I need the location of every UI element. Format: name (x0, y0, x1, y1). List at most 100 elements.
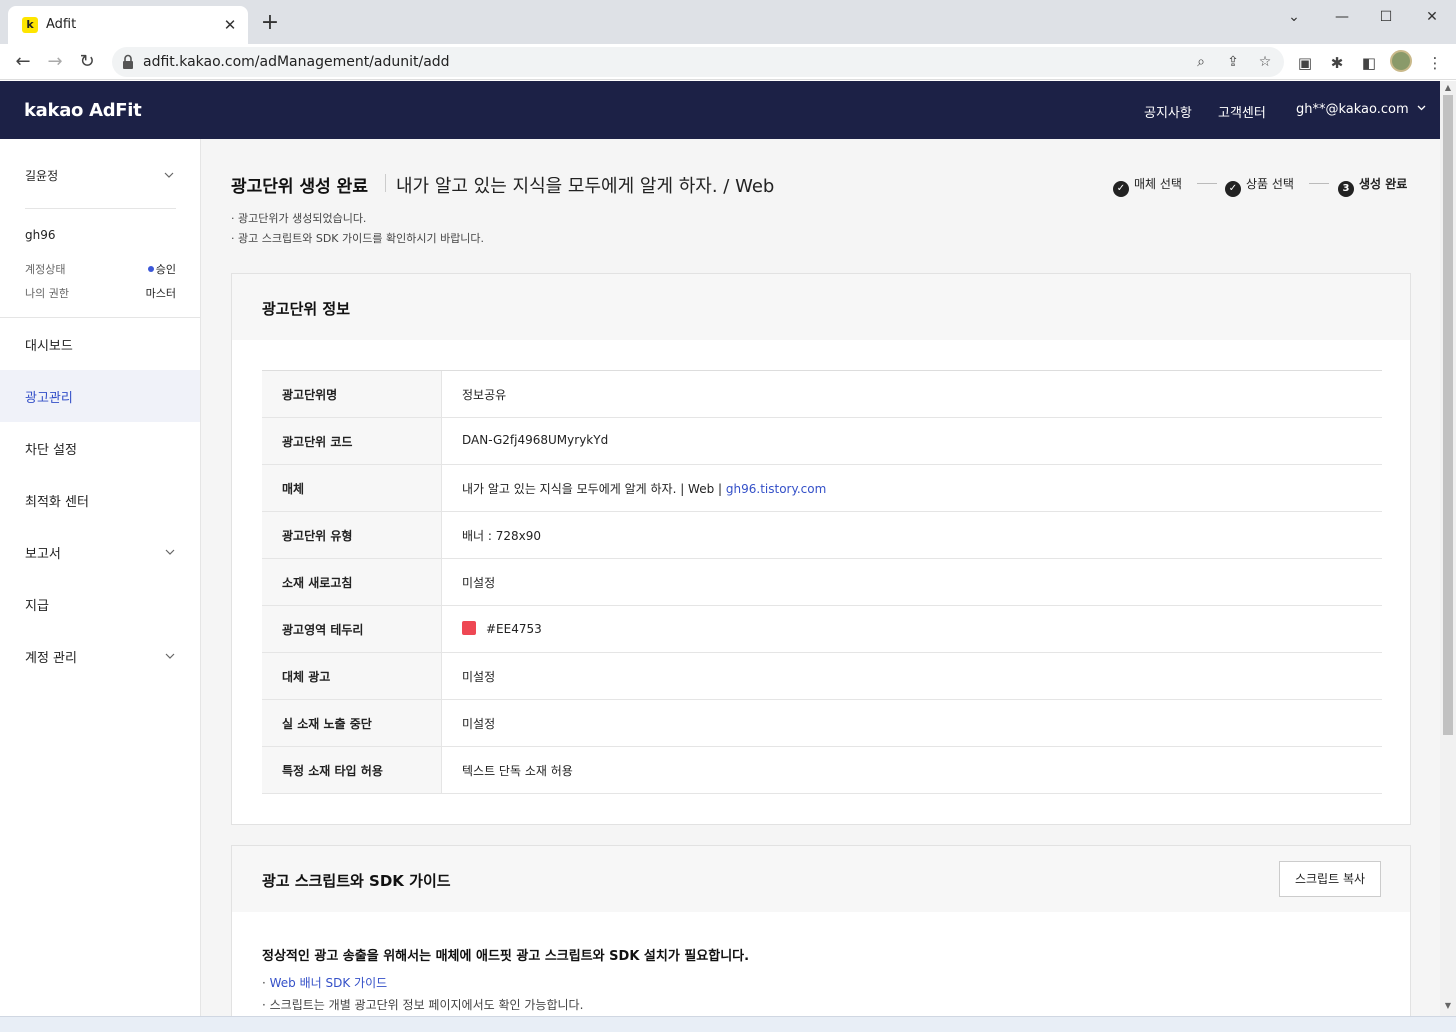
browser-toolbar: ← → ↻ adfit.kakao.com/adManagement/aduni… (0, 44, 1456, 80)
list-item: · 스크립트는 개별 광고단위 정보 페이지에서도 확인 가능합니다. (262, 998, 584, 1012)
row-label: 광고단위 코드 (282, 435, 353, 449)
step-number-icon: 3 (1338, 181, 1354, 197)
window-close-icon[interactable]: ✕ (1410, 6, 1454, 28)
chevron-down-icon (165, 549, 175, 555)
sidebar-item-payment[interactable]: 지급 (0, 578, 200, 630)
scroll-down-icon[interactable]: ▼ (1444, 1002, 1452, 1010)
guide-lead: 정상적인 광고 송출을 위해서는 매체에 애드핏 광고 스크립트와 SDK 설치… (262, 949, 750, 964)
kakao-adfit-logo[interactable]: kakao AdFit (24, 100, 142, 121)
table-row: 대체 광고 미설정 (262, 653, 1382, 700)
check-icon: ✓ (1113, 181, 1129, 197)
profile-avatar[interactable] (1390, 50, 1412, 72)
row-value: 미설정 (462, 717, 496, 731)
chevron-down-icon[interactable] (164, 170, 174, 180)
bookmark-star-icon[interactable]: ☆ (1255, 52, 1275, 72)
user-email: gh**@kakao.com (1296, 102, 1409, 117)
support-link[interactable]: 고객센터 (1218, 102, 1266, 121)
page-scrollbar[interactable]: ▲ ▼ (1440, 81, 1456, 1016)
sidebar-item-dashboard[interactable]: 대시보드 (0, 318, 200, 370)
card-title: 광고단위 정보 (262, 300, 351, 318)
row-label: 광고단위 유형 (282, 529, 353, 543)
new-tab-icon[interactable]: + (258, 12, 282, 36)
sidebar-item-label: 보고서 (25, 547, 61, 562)
page-subtitle: 내가 알고 있는 지식을 모두에게 알게 하자. / Web (396, 176, 775, 197)
sidebar-item-label: 최적화 센터 (25, 495, 89, 510)
card-header: 광고단위 정보 (232, 274, 1410, 340)
row-label: 대체 광고 (282, 670, 331, 684)
info-table: 광고단위명 정보공유 광고단위 코드 DAN-G2fj4968UMyrykYd 매체… (262, 370, 1382, 794)
sidebar-item-reports[interactable]: 보고서 (0, 526, 200, 578)
zoom-icon[interactable]: ⌕ (1191, 52, 1211, 72)
row-value: 정보공유 (462, 388, 507, 402)
sidebar-item-block-settings[interactable]: 차단 설정 (0, 422, 200, 474)
sidebar-item-account-management[interactable]: 계정 관리 (0, 630, 200, 682)
kakao-favicon-icon: k (22, 17, 38, 33)
sidebar-item-label: 지급 (25, 599, 49, 614)
os-taskbar (0, 1016, 1456, 1032)
row-value: 미설정 (462, 670, 496, 684)
tab-title: Adfit (46, 17, 77, 32)
table-row: 매체 내가 알고 있는 지식을 모두에게 알게 하자. | Web | gh96.… (262, 465, 1382, 512)
step-product-select: ✓ 상품 선택 (1225, 175, 1294, 197)
address-bar[interactable]: adfit.kakao.com/adManagement/adunit/add … (112, 47, 1284, 77)
user-id: gh96 (25, 228, 56, 242)
notice-text: 광고단위가 생성되었습니다. (238, 212, 367, 225)
side-panel-icon[interactable]: ◧ (1358, 52, 1380, 74)
role-label: 나의 권한 (25, 287, 69, 300)
chevron-down-icon (1417, 105, 1426, 111)
row-label: 광고영역 테두리 (282, 623, 364, 637)
guide-note: 스크립트는 개별 광고단위 정보 페이지에서도 확인 가능합니다. (269, 998, 584, 1012)
user-menu[interactable]: gh**@kakao.com (1296, 102, 1426, 117)
maximize-icon[interactable]: ☐ (1364, 6, 1408, 28)
step-label: 상품 선택 (1246, 177, 1294, 191)
role-value: 마스터 (145, 287, 176, 300)
color-swatch (462, 621, 476, 635)
main-content: 광고단위 생성 완료 내가 알고 있는 지식을 모두에게 알게 하자. / We… (201, 139, 1440, 1032)
table-row: 소재 새로고침 미설정 (262, 559, 1382, 606)
browser-tabbar: k Adfit ✕ + ⌄ — ☐ ✕ (0, 0, 1456, 44)
step-connector (1197, 183, 1217, 184)
scrollbar-thumb[interactable] (1443, 95, 1453, 735)
notice-link[interactable]: 공지사항 (1144, 102, 1192, 121)
table-row: 광고단위 코드 DAN-G2fj4968UMyrykYd (262, 418, 1382, 465)
close-icon[interactable]: ✕ (220, 15, 240, 35)
script-guide-card: 광고 스크립트와 SDK 가이드 스크립트 복사 정상적인 광고 송출을 위해서… (231, 845, 1411, 1032)
browser-tab[interactable]: k Adfit ✕ (8, 6, 248, 44)
media-icon[interactable]: ▣ (1294, 52, 1316, 74)
lock-icon (123, 54, 133, 69)
row-label: 소재 새로고침 (282, 576, 353, 590)
sidebar-item-optimization[interactable]: 최적화 센터 (0, 474, 200, 526)
account-status-value: 승인 (155, 263, 176, 276)
account-name[interactable]: 길윤정 (25, 167, 58, 184)
table-row: 특정 소재 타입 허용 텍스트 단독 소재 허용 (262, 747, 1382, 794)
row-value-color: #EE4753 (462, 621, 542, 636)
menu-kebab-icon[interactable]: ⋮ (1424, 52, 1446, 74)
notice-text: 광고 스크립트와 SDK 가이드를 확인하시기 바랍니다. (238, 232, 485, 245)
back-icon[interactable]: ← (10, 49, 36, 75)
share-icon[interactable]: ⇪ (1223, 52, 1243, 72)
url-text: adfit.kakao.com/adManagement/adunit/add (143, 54, 450, 70)
divider (25, 208, 176, 209)
row-value: 내가 알고 있는 지식을 모두에게 알게 하자. | Web | (462, 482, 726, 496)
extensions-icon[interactable]: ✱ (1326, 52, 1348, 74)
sidebar-item-label: 계정 관리 (25, 651, 77, 666)
step-label: 매체 선택 (1134, 177, 1182, 191)
forward-icon[interactable]: → (42, 49, 68, 75)
row-value: DAN-G2fj4968UMyrykYd (462, 433, 609, 447)
media-url-link[interactable]: gh96.tistory.com (726, 482, 826, 496)
sidebar-item-label: 대시보드 (25, 339, 73, 354)
sidebar-item-ad-management[interactable]: 광고관리 (0, 370, 200, 422)
row-value: #EE4753 (486, 622, 542, 636)
minimize-icon[interactable]: — (1320, 6, 1364, 28)
sdk-guide-link[interactable]: Web 배너 SDK 가이드 (270, 976, 388, 990)
reload-icon[interactable]: ↻ (74, 49, 100, 75)
sidebar-item-label: 광고관리 (25, 391, 73, 406)
scroll-up-icon[interactable]: ▲ (1444, 84, 1452, 92)
status-dot-icon (147, 266, 154, 272)
step-connector (1309, 183, 1329, 184)
copy-script-button[interactable]: 스크립트 복사 (1279, 861, 1381, 897)
card-title: 광고 스크립트와 SDK 가이드 (262, 872, 451, 890)
tab-search-icon[interactable]: ⌄ (1272, 6, 1316, 28)
row-label: 매체 (282, 482, 305, 496)
row-value: 배너 : 728x90 (462, 529, 542, 543)
